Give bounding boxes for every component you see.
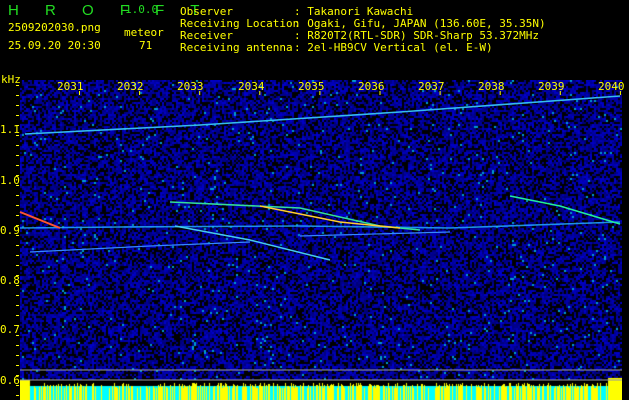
y-axis-unit: kHz (1, 73, 21, 86)
y-tick (16, 165, 19, 166)
y-tick (16, 255, 19, 256)
y-tick (16, 145, 19, 146)
meteor-trace (509, 195, 621, 225)
y-tick (16, 155, 19, 156)
y-tick (16, 195, 19, 196)
x-tick-label: 2034 (238, 80, 265, 93)
meteor-trace (259, 205, 401, 229)
y-tick (16, 105, 19, 106)
x-tick-label: 2038 (478, 80, 505, 93)
y-tick (16, 115, 19, 116)
y-tick (16, 355, 19, 356)
y-tick (16, 305, 19, 306)
y-tick (16, 315, 19, 316)
y-tick-label: 0.6 (0, 374, 20, 387)
y-tick (16, 265, 19, 266)
x-tick-label: 2039 (538, 80, 565, 93)
y-tick (16, 295, 19, 296)
x-tick-label: 2036 (358, 80, 385, 93)
y-tick-label: 0.8 (0, 274, 20, 287)
meteor-trace (29, 241, 251, 253)
x-tick-label: 2033 (177, 80, 204, 93)
meteor-trace (19, 221, 621, 229)
x-tick-label: 2032 (117, 80, 144, 93)
y-tick (16, 245, 19, 246)
x-tick-label: 2037 (418, 80, 445, 93)
y-tick (16, 95, 19, 96)
spectrogram-overlay (16, 85, 622, 396)
meteor-trace (174, 225, 331, 261)
y-tick (16, 205, 19, 206)
y-tick-label: 0.7 (0, 323, 20, 336)
y-tick-label: 0.9 (0, 224, 20, 237)
meteor-trace (24, 95, 621, 135)
x-tick-label: 2040 (598, 80, 625, 93)
y-tick (16, 395, 19, 396)
x-tick-label: 2031 (57, 80, 84, 93)
meteor-traces (19, 95, 622, 381)
y-tick-label: 1.0 (0, 174, 20, 187)
y-tick-label: 1.1 (0, 123, 20, 136)
meteor-trace (299, 231, 451, 237)
meteor-trace (19, 211, 61, 229)
x-tick-label: 2035 (298, 80, 325, 93)
y-tick (16, 365, 19, 366)
y-tick (16, 345, 19, 346)
y-tick (16, 215, 19, 216)
